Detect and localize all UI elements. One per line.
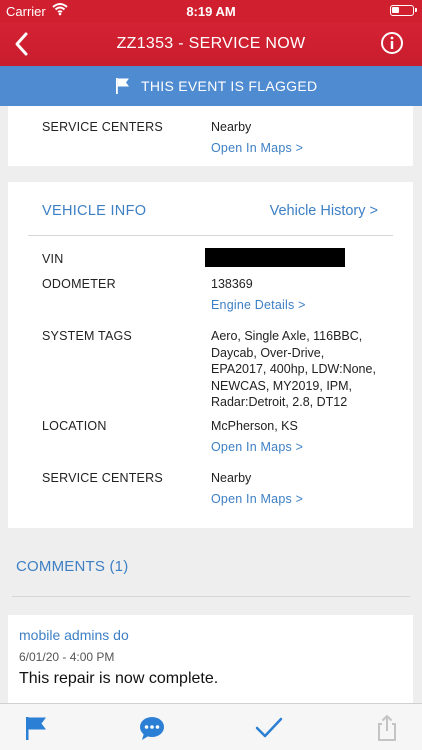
system-tags-line: Radar:Detroit, 2.8, DT12: [211, 395, 348, 409]
location-card: SERVICE CENTERS Nearby Open In Maps >: [8, 106, 413, 166]
vin-redacted-value: [205, 248, 345, 267]
system-tags-line: Daycab, Over-Drive,: [211, 345, 325, 360]
location-open-in-maps-link[interactable]: Open In Maps >: [211, 440, 303, 454]
odometer-value: 138369: [211, 277, 253, 291]
info-button[interactable]: [380, 31, 404, 55]
flag-icon: [26, 717, 46, 740]
engine-details-link[interactable]: Engine Details >: [211, 298, 306, 312]
service-centers-label: SERVICE CENTERS: [42, 120, 163, 134]
system-tags-line: NEWCAS, MY2019, IPM,: [211, 378, 353, 393]
comment-author: mobile admins do: [19, 627, 129, 643]
odometer-label: ODOMETER: [42, 277, 116, 291]
checkmark-icon: [255, 717, 283, 738]
vehicle-history-link[interactable]: Vehicle History >: [270, 203, 378, 219]
vin-label: VIN: [42, 252, 64, 266]
comment-button[interactable]: [138, 714, 166, 742]
divider: [12, 596, 410, 597]
clock: 8:19 AM: [186, 4, 236, 19]
comment-item: mobile admins do 6/01/20 - 4:00 PM This …: [8, 615, 413, 703]
bottom-toolbar: [0, 703, 422, 750]
status-bar: Carrier 8:19 AM: [0, 0, 422, 22]
navigation-bar: ZZ1353 - SERVICE NOW: [0, 22, 422, 66]
vehicle-info-title: VEHICLE INFO: [42, 203, 147, 219]
page-title: ZZ1353 - SERVICE NOW: [116, 35, 306, 52]
service-open-in-maps-link[interactable]: Open In Maps >: [211, 492, 303, 506]
location-value: McPherson, KS: [211, 419, 298, 433]
system-tags-line: EPA2017, 400hp, LDW:None,: [211, 362, 376, 376]
flag-icon: [115, 77, 131, 95]
service-centers-value: Nearby: [211, 471, 252, 485]
back-button[interactable]: [10, 30, 34, 58]
comments-header[interactable]: COMMENTS (1): [16, 558, 128, 575]
service-centers-value: Nearby: [211, 120, 252, 134]
comment-icon: [140, 717, 164, 740]
divider: [28, 235, 393, 236]
share-button[interactable]: [373, 714, 401, 742]
flagged-banner-text: THIS EVENT IS FLAGGED: [141, 78, 318, 94]
chevron-left-icon: [15, 32, 28, 56]
system-tags-label: SYSTEM TAGS: [42, 329, 132, 343]
comment-date: 6/01/20 - 4:00 PM: [19, 650, 115, 664]
location-label: LOCATION: [42, 419, 107, 433]
open-in-maps-link[interactable]: Open In Maps >: [211, 141, 303, 155]
system-tags-line: Aero, Single Axle, 116BBC,: [211, 329, 363, 343]
share-icon: [378, 715, 396, 741]
battery-icon: [390, 5, 417, 16]
comment-text: This repair is now complete.: [19, 670, 219, 687]
flagged-banner: THIS EVENT IS FLAGGED: [0, 66, 422, 106]
system-tags-value: Aero, Single Axle, 116BBC, Daycab, Over-…: [211, 328, 376, 411]
info-icon: [381, 32, 403, 54]
resolve-button[interactable]: [255, 714, 283, 742]
flag-button[interactable]: [22, 714, 50, 742]
service-centers-label: SERVICE CENTERS: [42, 471, 163, 485]
vehicle-info-card: VEHICLE INFO Vehicle History > VIN ODOME…: [8, 182, 413, 528]
